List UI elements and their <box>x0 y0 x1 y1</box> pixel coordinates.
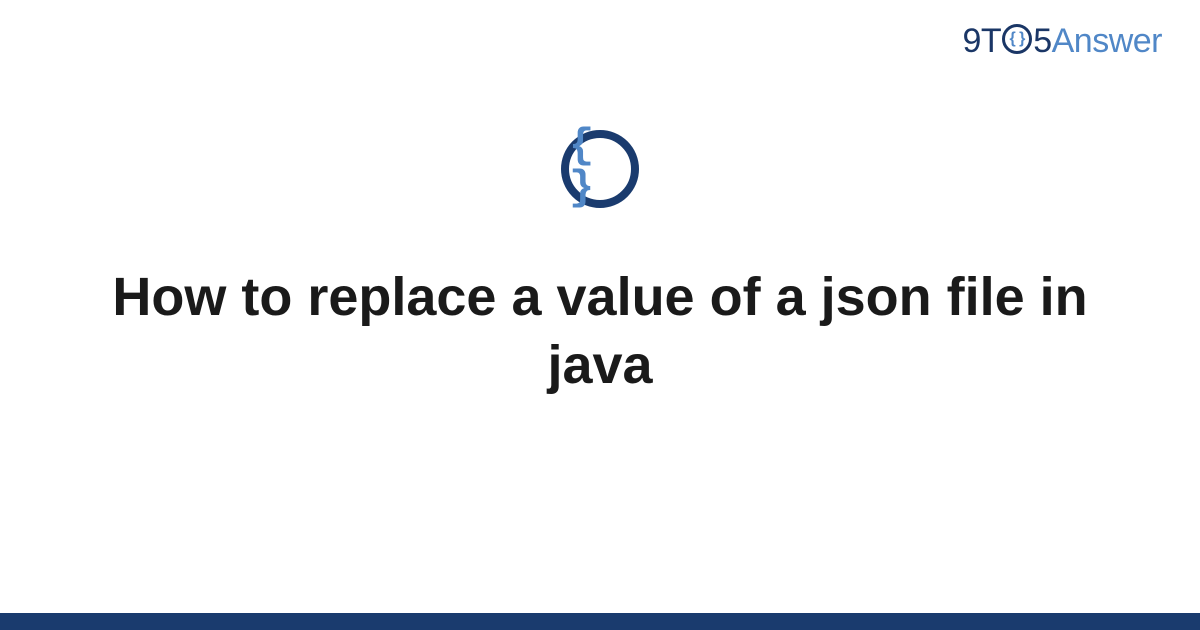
logo-clock-icon: { } <box>1002 24 1032 54</box>
json-braces-glyph: { } <box>569 125 631 209</box>
brand-logo: 9T { } 5 Answer <box>963 22 1162 61</box>
json-braces-icon: { } <box>561 130 639 208</box>
page-title: How to replace a value of a json file in… <box>90 264 1110 399</box>
footer-accent-bar <box>0 613 1200 630</box>
logo-clock-glyph: { } <box>1010 31 1025 47</box>
main-content: { } How to replace a value of a json fil… <box>0 130 1200 399</box>
logo-text-answer: Answer <box>1052 22 1162 61</box>
logo-text-5: 5 <box>1033 22 1051 61</box>
logo-text-9t: 9T <box>963 22 1002 61</box>
